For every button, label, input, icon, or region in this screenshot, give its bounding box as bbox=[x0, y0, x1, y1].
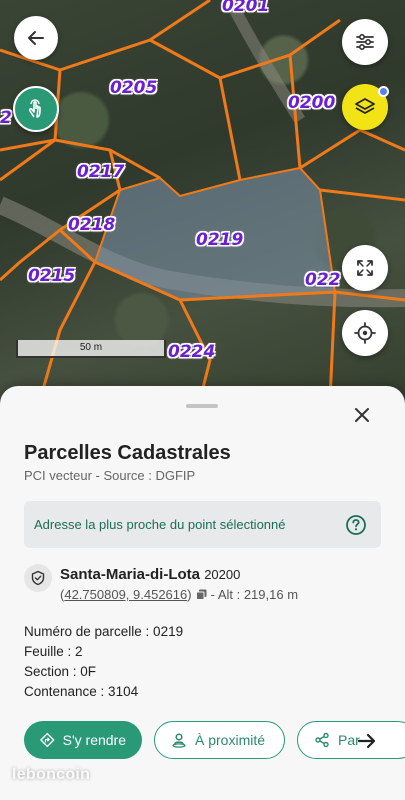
location-badge bbox=[24, 564, 52, 592]
scroll-actions-button[interactable] bbox=[354, 728, 380, 754]
parcel-number: Numéro de parcelle : 0219 bbox=[24, 624, 184, 639]
directions-icon bbox=[40, 732, 55, 748]
share-button[interactable]: Par bbox=[297, 721, 405, 759]
location-coords-link[interactable]: 42.750809, 9.452616 bbox=[64, 587, 187, 602]
layers-icon bbox=[355, 98, 375, 114]
parcel-label-0217[interactable]: 0217 bbox=[77, 162, 124, 182]
scale-bar: 50 m bbox=[16, 340, 166, 358]
location-altitude: - Alt : 219,16 m bbox=[210, 587, 299, 602]
parcel-contenance: Contenance : 3104 bbox=[24, 684, 139, 699]
parcel-info-sheet: Parcelles Cadastrales PCI vecteur - Sour… bbox=[0, 386, 405, 800]
fullscreen-icon bbox=[357, 260, 373, 276]
parcel-label-022[interactable]: 022 bbox=[305, 270, 341, 290]
parcel-details: Numéro de parcelle : 0219 Feuille : 2 Se… bbox=[24, 622, 183, 702]
drag-handle[interactable] bbox=[186, 404, 218, 408]
parcel-section: Section : 0F bbox=[24, 664, 97, 679]
layers-button[interactable] bbox=[342, 84, 389, 130]
locate-button[interactable] bbox=[342, 310, 388, 356]
parcel-label-0200[interactable]: 0200 bbox=[288, 93, 335, 113]
parcel-label-0218[interactable]: 0218 bbox=[68, 215, 115, 235]
parcel-feuille: Feuille : 2 bbox=[24, 644, 83, 659]
location-row: Santa-Maria-di-Lota 20200 (42.750809, 9.… bbox=[24, 564, 381, 608]
parcel-label-partial[interactable]: 2 bbox=[0, 108, 12, 128]
close-button[interactable] bbox=[349, 402, 375, 428]
shield-check-icon bbox=[31, 570, 45, 586]
location-zip: 20200 bbox=[204, 567, 241, 582]
back-button[interactable] bbox=[14, 16, 58, 60]
arrow-right-icon bbox=[357, 733, 376, 749]
parcel-label-0219[interactable]: 0219 bbox=[196, 230, 243, 250]
sheet-title: Parcelles Cadastrales bbox=[24, 442, 231, 464]
copy-icon[interactable] bbox=[195, 589, 207, 600]
map-view[interactable]: 0201 0205 0200 0217 0218 0219 0215 022 0… bbox=[0, 0, 405, 400]
action-buttons-row: S'y rendre À proximité Par bbox=[24, 721, 405, 759]
back-arrow-icon bbox=[28, 31, 44, 45]
parcel-label-0201[interactable]: 0201 bbox=[222, 0, 269, 16]
touch-mode-button[interactable] bbox=[13, 86, 59, 132]
person-pin-icon bbox=[172, 733, 186, 748]
nearby-button[interactable]: À proximité bbox=[154, 721, 285, 759]
nearest-address-box[interactable]: Adresse la plus proche du point sélectio… bbox=[24, 501, 381, 548]
fullscreen-button[interactable] bbox=[342, 245, 388, 291]
go-there-button[interactable]: S'y rendre bbox=[24, 721, 142, 759]
share-icon bbox=[315, 732, 329, 748]
location-coords-line: (42.750809, 9.452616) - Alt : 219,16 m bbox=[60, 587, 299, 602]
parcel-label-0224[interactable]: 0224 bbox=[168, 342, 215, 362]
settings-sliders-icon bbox=[356, 33, 374, 51]
location-city: Santa-Maria-di-Lota bbox=[60, 566, 201, 583]
go-there-label: S'y rendre bbox=[62, 732, 126, 748]
touch-hand-icon bbox=[28, 99, 41, 118]
help-question-icon[interactable] bbox=[345, 514, 367, 536]
location-city-line: Santa-Maria-di-Lota 20200 bbox=[60, 566, 240, 583]
nearby-label: À proximité bbox=[195, 732, 266, 748]
parcel-label-0205[interactable]: 0205 bbox=[110, 78, 157, 98]
layers-notification-dot bbox=[378, 86, 389, 97]
watermark-logo: leboncoin bbox=[12, 766, 91, 783]
filter-settings-button[interactable] bbox=[342, 19, 388, 65]
locate-crosshair-icon bbox=[354, 322, 376, 344]
close-icon bbox=[355, 408, 369, 422]
sheet-subtitle: PCI vecteur - Source : DGFIP bbox=[24, 468, 196, 483]
parcel-label-0215[interactable]: 0215 bbox=[28, 266, 75, 286]
nearest-address-label: Adresse la plus proche du point sélectio… bbox=[34, 517, 286, 532]
